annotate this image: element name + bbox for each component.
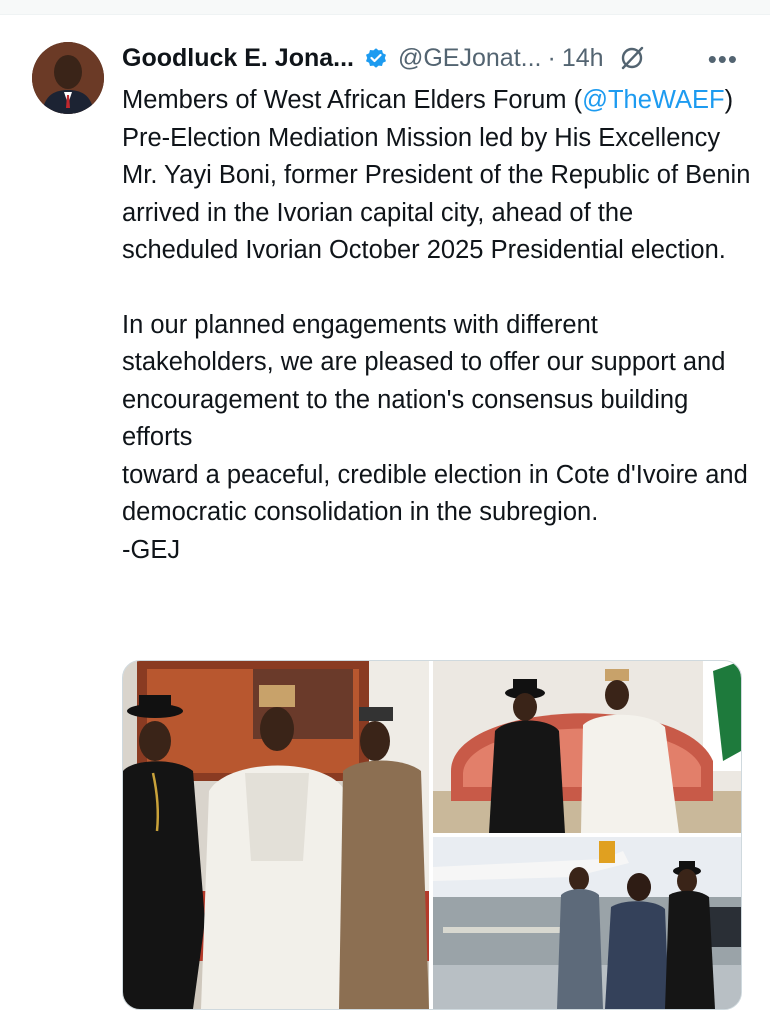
tweet-timestamp[interactable]: 14h xyxy=(562,44,604,73)
media-divider-horizontal xyxy=(433,833,741,837)
tweet-paragraph-2: In our planned engagements with differen… xyxy=(122,310,726,452)
three-men-standing-photo[interactable] xyxy=(123,661,429,1009)
header-separator: · xyxy=(547,43,556,72)
author-avatar[interactable] xyxy=(32,42,104,114)
two-men-seated-photo[interactable] xyxy=(433,661,741,833)
more-icon[interactable]: ••• xyxy=(708,44,738,75)
author-name[interactable]: Goodluck E. Jona... xyxy=(122,44,354,73)
media-grid xyxy=(122,660,742,1010)
verified-badge-icon xyxy=(364,46,388,70)
grok-icon[interactable] xyxy=(618,44,646,72)
tweet-header: Goodluck E. Jona... @GEJonat... · 14h ••… xyxy=(122,38,752,78)
airport-tarmac-photo[interactable] xyxy=(433,837,741,1009)
author-handle[interactable]: @GEJonat... xyxy=(398,44,542,73)
mention-link[interactable]: @TheWAEF xyxy=(582,86,725,114)
tweet-paragraph-1: Members of West African Elders Forum (@T… xyxy=(122,82,752,270)
tweet-signature: -GEJ xyxy=(122,535,181,564)
tweet-paragraph-3: toward a peaceful, credible election in … xyxy=(122,460,748,527)
top-divider xyxy=(0,0,770,15)
paragraph-1-start: Members of West African Elders Forum ( xyxy=(122,86,583,114)
tweet-text: Members of West African Elders Forum (@T… xyxy=(122,82,752,569)
